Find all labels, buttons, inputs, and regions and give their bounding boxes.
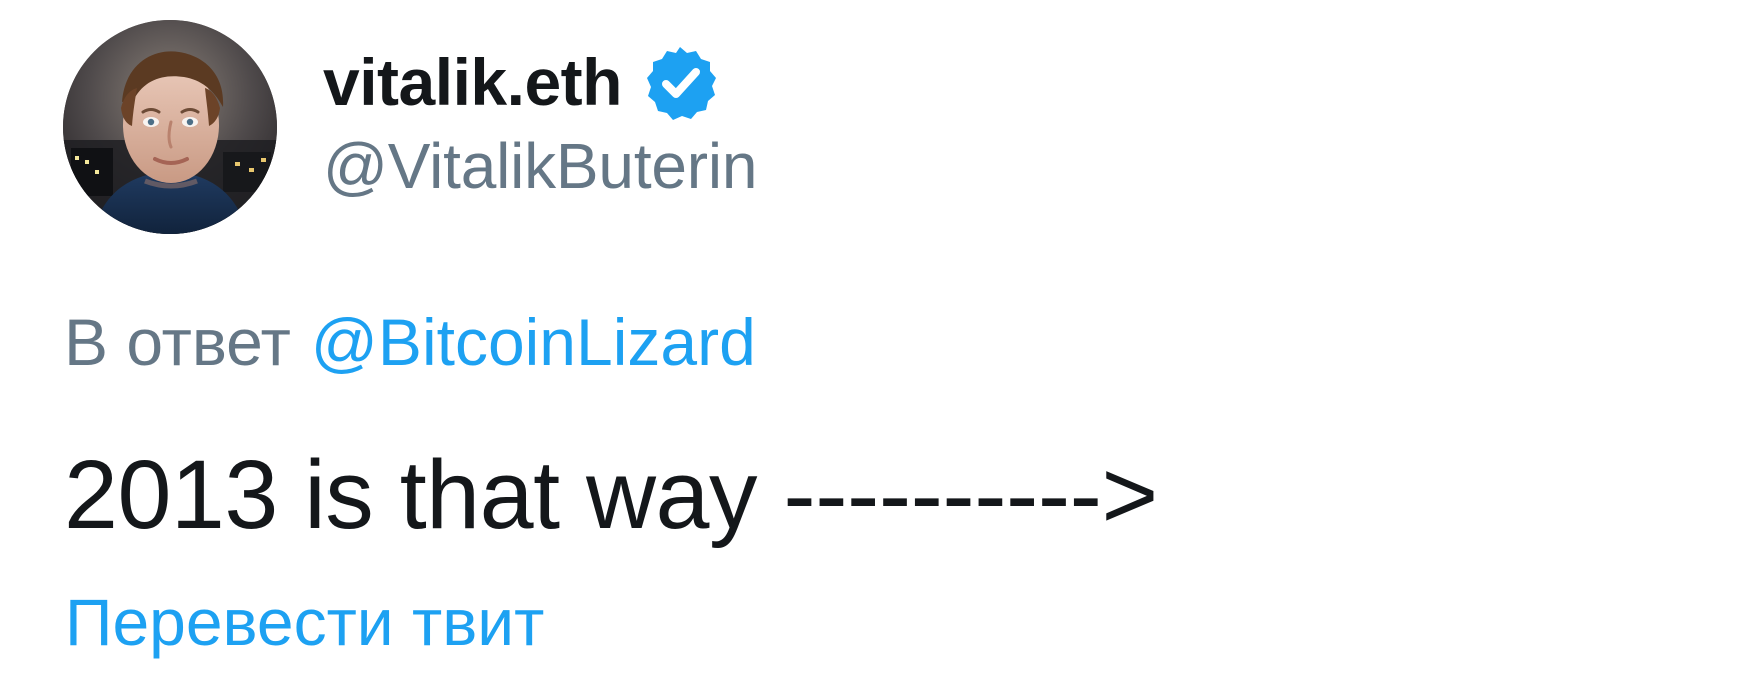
- avatar[interactable]: [63, 20, 277, 234]
- display-name[interactable]: vitalik.eth: [323, 49, 622, 115]
- tweet-text: 2013 is that way ---------->: [64, 440, 1158, 549]
- profile-photo: [63, 20, 277, 234]
- reply-context: В ответ @BitcoinLizard: [64, 309, 756, 375]
- verified-badge-icon: [646, 47, 716, 120]
- display-name-row: vitalik.eth: [323, 42, 720, 122]
- reply-mention-link[interactable]: @BitcoinLizard: [311, 305, 756, 379]
- translate-tweet-link[interactable]: Перевести твит: [65, 589, 544, 655]
- user-handle[interactable]: @VitalikButerin: [323, 134, 758, 198]
- reply-prefix: В ответ: [64, 305, 291, 379]
